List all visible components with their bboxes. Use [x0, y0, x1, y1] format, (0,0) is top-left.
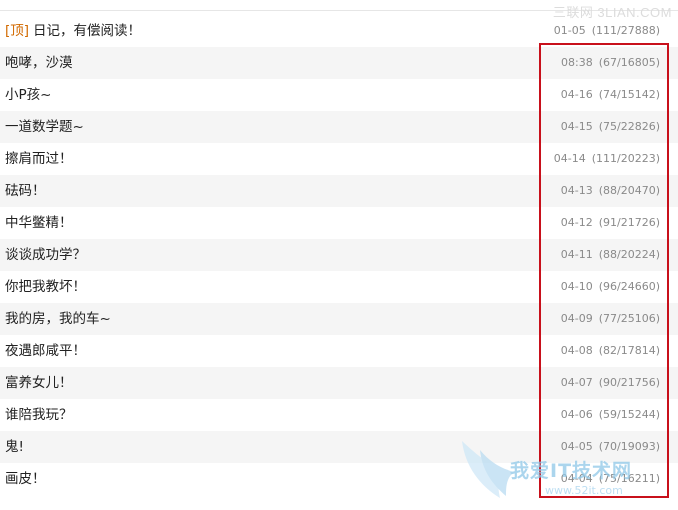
post-title[interactable]: 我的房，我的车~	[5, 309, 111, 329]
post-meta: 04-13 (88/20470)	[561, 183, 660, 199]
post-meta: 04-04 (75/16211)	[561, 471, 660, 487]
post-meta: 04-14 (111/20223)	[554, 151, 660, 167]
post-title[interactable]: 中华鳖精！	[5, 213, 73, 233]
post-title[interactable]: 小P孩~	[5, 85, 51, 105]
post-stats: (96/24660)	[598, 280, 660, 293]
post-meta: 04-16 (74/15142)	[561, 87, 660, 103]
post-stats: (70/19093)	[598, 440, 660, 453]
list-item[interactable]: 夜遇郎咸平！ 04-08 (82/17814)	[0, 335, 678, 367]
post-title[interactable]: 谈谈成功学？	[5, 245, 86, 265]
post-title[interactable]: 富养女儿！	[5, 373, 73, 393]
post-title[interactable]: 你把我教坏！	[5, 277, 86, 297]
post-date: 04-11	[560, 248, 593, 261]
post-date: 04-12	[560, 216, 593, 229]
post-stats: (90/21756)	[598, 376, 660, 389]
post-meta: 04-05 (70/19093)	[561, 439, 660, 455]
post-stats: (88/20224)	[598, 248, 660, 261]
list-item[interactable]: 画皮！ 04-04 (75/16211)	[0, 463, 678, 495]
post-meta: 04-11 (88/20224)	[561, 247, 660, 263]
list-item[interactable]: 谁陪我玩？ 04-06 (59/15244)	[0, 399, 678, 431]
post-stats: (75/22826)	[598, 120, 660, 133]
post-date: 01-05	[553, 24, 586, 37]
post-date: 04-07	[560, 376, 593, 389]
post-meta: 04-15 (75/22826)	[561, 119, 660, 135]
post-date: 04-16	[560, 88, 593, 101]
post-meta: 04-09 (77/25106)	[561, 311, 660, 327]
post-date: 04-04	[560, 472, 593, 485]
post-title[interactable]: 夜遇郎咸平！	[5, 341, 86, 361]
list-item[interactable]: 小P孩~ 04-16 (74/15142)	[0, 79, 678, 111]
list-item[interactable]: 中华鳖精！ 04-12 (91/21726)	[0, 207, 678, 239]
post-date: 04-15	[560, 120, 593, 133]
post-date: 04-14	[553, 152, 586, 165]
post-stats: (59/15244)	[598, 408, 660, 421]
post-title[interactable]: 日记，有偿阅读！	[33, 23, 141, 39]
post-title[interactable]: 砝码！	[5, 181, 46, 201]
post-date: 04-05	[560, 440, 593, 453]
post-stats: (88/20470)	[598, 184, 660, 197]
post-stats: (67/16805)	[598, 56, 660, 69]
post-title[interactable]: 一道数学题~	[5, 117, 84, 137]
post-stats: (111/20223)	[591, 152, 660, 165]
list-item[interactable]: 一道数学题~ 04-15 (75/22826)	[0, 111, 678, 143]
post-date: 08:38	[561, 56, 593, 69]
post-title[interactable]: 咆哮，沙漠	[5, 53, 73, 73]
post-title[interactable]: 鬼!	[5, 437, 24, 457]
list-item[interactable]: 砝码！ 04-13 (88/20470)	[0, 175, 678, 207]
post-meta: 04-12 (91/21726)	[561, 215, 660, 231]
post-meta: 04-10 (96/24660)	[561, 279, 660, 295]
list-item[interactable]: 我的房，我的车~ 04-09 (77/25106)	[0, 303, 678, 335]
post-stats: (75/16211)	[598, 472, 660, 485]
post-stats: (74/15142)	[598, 88, 660, 101]
post-stats: (91/21726)	[598, 216, 660, 229]
post-title-link[interactable]: [顶] 日记，有偿阅读！	[5, 21, 141, 41]
post-title[interactable]: 画皮！	[5, 469, 46, 489]
list-item[interactable]: 你把我教坏！ 04-10 (96/24660)	[0, 271, 678, 303]
post-date: 04-10	[560, 280, 593, 293]
list-item[interactable]: [顶] 日记，有偿阅读！ 01-05 (111/27888)	[0, 15, 678, 47]
list-item[interactable]: 擦肩而过！ 04-14 (111/20223)	[0, 143, 678, 175]
post-meta: 04-08 (82/17814)	[561, 343, 660, 359]
post-meta: 04-07 (90/21756)	[561, 375, 660, 391]
post-date: 04-08	[560, 344, 593, 357]
list-item[interactable]: 谈谈成功学？ 04-11 (88/20224)	[0, 239, 678, 271]
post-date: 04-13	[560, 184, 593, 197]
post-list: [顶] 日记，有偿阅读！ 01-05 (111/27888) 咆哮，沙漠 08:38…	[0, 15, 678, 495]
post-stats: (77/25106)	[598, 312, 660, 325]
list-item[interactable]: 咆哮，沙漠 08:38 (67/16805)	[0, 47, 678, 79]
post-meta: 01-05 (111/27888)	[554, 23, 660, 39]
pinned-badge: [顶]	[5, 23, 30, 39]
post-meta: 08:38 (67/16805)	[561, 55, 660, 71]
post-stats: (82/17814)	[598, 344, 660, 357]
post-date: 04-06	[560, 408, 593, 421]
post-title[interactable]: 擦肩而过！	[5, 149, 73, 169]
list-item[interactable]: 富养女儿！ 04-07 (90/21756)	[0, 367, 678, 399]
list-item[interactable]: 鬼! 04-05 (70/19093)	[0, 431, 678, 463]
post-date: 04-09	[560, 312, 593, 325]
post-title[interactable]: 谁陪我玩？	[5, 405, 73, 425]
post-stats: (111/27888)	[591, 24, 660, 37]
post-meta: 04-06 (59/15244)	[561, 407, 660, 423]
